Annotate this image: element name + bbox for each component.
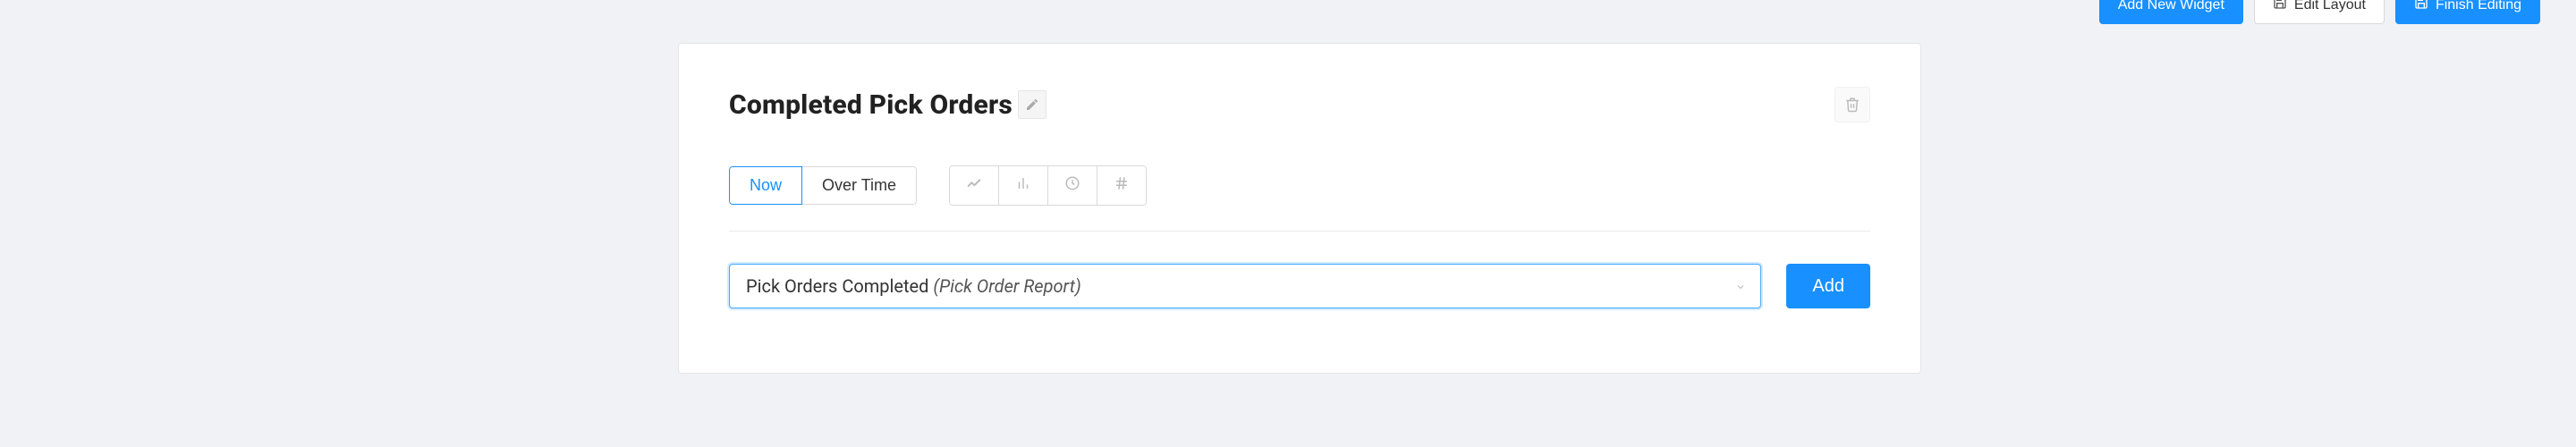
widget-title: Completed Pick Orders [729, 89, 1013, 121]
tab-now[interactable]: Now [729, 166, 802, 205]
chart-type-gauge[interactable] [1048, 165, 1097, 206]
save-icon [2273, 0, 2287, 14]
metric-select[interactable]: Pick Orders Completed (Pick Order Report… [729, 264, 1761, 308]
metric-select-sub: (Pick Order Report) [933, 275, 1080, 297]
trash-icon [1844, 97, 1860, 113]
chart-type-line[interactable] [949, 165, 999, 206]
chart-type-number[interactable] [1097, 165, 1147, 206]
edit-title-button[interactable] [1018, 90, 1046, 119]
edit-layout-button[interactable]: Edit Layout [2254, 0, 2385, 24]
delete-widget-button[interactable] [1835, 87, 1870, 122]
edit-layout-label: Edit Layout [2294, 0, 2366, 13]
finish-editing-label: Finish Editing [2436, 0, 2521, 13]
chart-type-bar[interactable] [999, 165, 1048, 206]
pencil-icon [1025, 97, 1039, 112]
finish-editing-button[interactable]: Finish Editing [2395, 0, 2540, 24]
tab-over-time[interactable]: Over Time [802, 166, 917, 205]
time-mode-group: Now Over Time [729, 166, 917, 205]
bar-chart-icon [1015, 175, 1031, 191]
line-chart-icon [966, 175, 982, 191]
divider [729, 231, 1870, 232]
chart-type-group [949, 165, 1147, 206]
widget-card: Completed Pick Orders Now Over Time [678, 43, 1921, 374]
chevron-down-icon [1735, 275, 1746, 297]
metric-select-value: Pick Orders Completed [746, 275, 933, 297]
add-new-widget-button[interactable]: Add New Widget [2099, 0, 2243, 24]
clock-icon [1064, 175, 1080, 191]
add-button[interactable]: Add [1786, 264, 1870, 308]
save-icon [2414, 0, 2428, 14]
hash-icon [1114, 175, 1130, 191]
